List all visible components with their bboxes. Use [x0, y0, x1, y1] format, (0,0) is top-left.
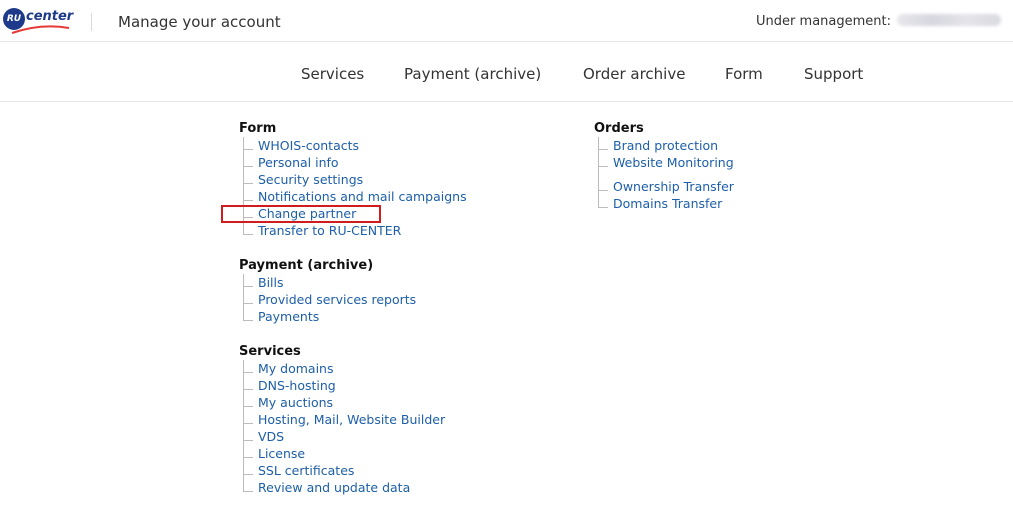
link-vds[interactable]: VDS: [258, 429, 284, 444]
tree-item: Notifications and mail campaigns: [239, 188, 539, 205]
nav-support[interactable]: Support: [804, 65, 863, 83]
tree-item: Personal info: [239, 154, 539, 171]
link-whois-contacts[interactable]: WHOIS-contacts: [258, 138, 359, 153]
link-payments[interactable]: Payments: [258, 309, 319, 324]
tree-item: My auctions: [239, 394, 539, 411]
link-review-update-data[interactable]: Review and update data: [258, 480, 410, 495]
account-id-redacted: [897, 14, 1001, 26]
nav-order-archive[interactable]: Order archive: [583, 65, 685, 83]
tree-gap: [594, 171, 894, 178]
tree-item: Payments: [239, 308, 539, 325]
page-title: Manage your account: [118, 13, 281, 31]
payment-section-title: Payment (archive): [239, 258, 374, 273]
tree-item: SSL certificates: [239, 462, 539, 479]
link-security-settings[interactable]: Security settings: [258, 172, 363, 187]
link-my-domains[interactable]: My domains: [258, 361, 333, 376]
orders-section: Orders Brand protection Website Monitori…: [594, 120, 894, 212]
tree-item: License: [239, 445, 539, 462]
link-dns-hosting[interactable]: DNS-hosting: [258, 378, 336, 393]
link-notifications[interactable]: Notifications and mail campaigns: [258, 189, 467, 204]
tree-item: Review and update data: [239, 479, 539, 496]
ru-center-logo[interactable]: RU center: [3, 7, 74, 37]
tree-item: Bills: [239, 274, 539, 291]
tree-item: My domains: [239, 360, 539, 377]
nav-form[interactable]: Form: [725, 65, 763, 83]
link-domains-transfer[interactable]: Domains Transfer: [613, 196, 722, 211]
form-section-title: Form: [239, 121, 277, 136]
tree-item: Domains Transfer: [594, 195, 894, 212]
tree-item: Ownership Transfer: [594, 178, 894, 195]
tree-item: Transfer to RU-CENTER: [239, 222, 539, 239]
nav-payment-archive[interactable]: Payment (archive): [404, 65, 541, 83]
link-license[interactable]: License: [258, 446, 305, 461]
management-info: Under management:: [756, 14, 1001, 29]
main-nav: Services Payment (archive) Order archive…: [0, 42, 1013, 102]
tree-item: Provided services reports: [239, 291, 539, 308]
highlight-box: [221, 205, 381, 223]
link-transfer-to-ru-center[interactable]: Transfer to RU-CENTER: [258, 223, 401, 238]
logo-center-text: center: [26, 9, 74, 24]
nav-services[interactable]: Services: [301, 65, 364, 83]
management-label: Under management:: [756, 14, 891, 29]
link-brand-protection[interactable]: Brand protection: [613, 138, 718, 153]
page-header: RU center Manage your account Under mana…: [0, 0, 1013, 42]
link-provided-services-reports[interactable]: Provided services reports: [258, 292, 416, 307]
header-divider: [91, 13, 92, 31]
orders-section-title: Orders: [594, 121, 644, 136]
tree-item: VDS: [239, 428, 539, 445]
tree-item: DNS-hosting: [239, 377, 539, 394]
link-my-auctions[interactable]: My auctions: [258, 395, 333, 410]
link-website-monitoring[interactable]: Website Monitoring: [613, 155, 734, 170]
link-bills[interactable]: Bills: [258, 275, 284, 290]
logo-swoosh-icon: [11, 25, 70, 34]
payment-section: Payment (archive) Bills Provided service…: [239, 257, 539, 325]
tree-item: Brand protection: [594, 137, 894, 154]
link-ssl-certificates[interactable]: SSL certificates: [258, 463, 354, 478]
services-section-title: Services: [239, 344, 301, 359]
link-ownership-transfer[interactable]: Ownership Transfer: [613, 179, 734, 194]
tree-item: WHOIS-contacts: [239, 137, 539, 154]
link-hosting-mail-builder[interactable]: Hosting, Mail, Website Builder: [258, 412, 445, 427]
tree-item: Hosting, Mail, Website Builder: [239, 411, 539, 428]
tree-item: Website Monitoring: [594, 154, 894, 171]
tree-item: Security settings: [239, 171, 539, 188]
link-personal-info[interactable]: Personal info: [258, 155, 339, 170]
services-section: Services My domains DNS-hosting My aucti…: [239, 343, 539, 496]
